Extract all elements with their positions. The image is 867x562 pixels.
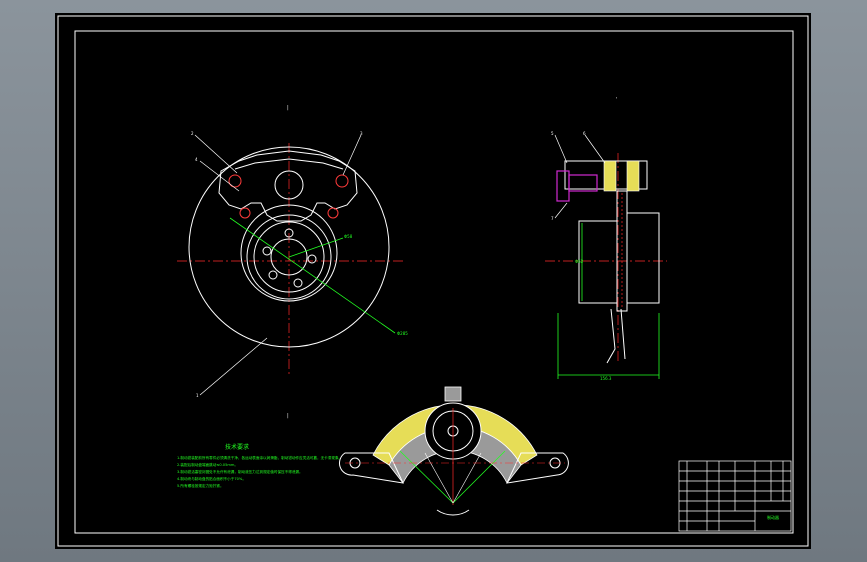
sheet-outer-frame <box>57 15 809 547</box>
balloon-5: 5 <box>551 131 554 136</box>
notes-title: 技术要求 <box>225 443 249 451</box>
caliper-mount-hole-right <box>327 207 339 219</box>
cad-drawing: Φ58 Φ285 1 2 3 4 | | ' 156.3 Φ62 5 6 7 技… <box>57 15 809 547</box>
section-stub <box>606 308 626 364</box>
bolt-hole-left <box>262 246 272 256</box>
section-mark-top: | <box>287 105 289 111</box>
caliper-plan-view <box>339 386 569 516</box>
notes-line-4: 4.制动块与制动盘的贴合面积不小于70%。 <box>177 476 246 481</box>
sector-line-right <box>452 450 506 504</box>
brake-pad-outer <box>626 160 640 192</box>
notes-line-5: 5.所有螺栓按规定力矩拧紧。 <box>177 483 224 488</box>
balloon-1: 1 <box>196 393 199 398</box>
caliper-mount-hole-left <box>239 207 251 219</box>
leader-part-2 <box>194 134 238 174</box>
balloon-4: 4 <box>195 157 198 162</box>
notes-line-3: 3.制动钳活塞密封圈处不允许有泄漏，制动液压力达到规定值时保压不得泄漏。 <box>177 469 303 474</box>
dim-hub-diameter: Φ62 <box>575 259 584 264</box>
section-mark-bottom: | <box>287 413 289 419</box>
leader-part-6 <box>584 134 606 164</box>
caliper-guide-pin-left <box>228 174 242 188</box>
section-hub-bore <box>578 220 618 304</box>
sector-line-left <box>399 450 454 504</box>
balloon-7: 7 <box>551 216 554 221</box>
leader-part-1 <box>199 337 268 396</box>
title-block <box>678 460 792 532</box>
bottom-arc <box>436 509 470 516</box>
leader-part-5 <box>554 134 568 164</box>
bleed-screw <box>444 386 462 402</box>
dim-overall-width: 156.3 <box>600 376 612 381</box>
balloon-3: 3 <box>360 131 363 136</box>
section-hub <box>627 212 660 304</box>
title-block-name: 制动器 <box>767 514 779 520</box>
bolt-hole-bottom-left <box>268 270 278 280</box>
dim-inner-diameter: Φ58 <box>344 234 353 239</box>
section-view: ' 156.3 Φ62 5 6 7 <box>545 97 667 381</box>
brake-pad-inner <box>603 160 617 192</box>
dim-leader-outer <box>229 217 396 334</box>
balloon-2: 2 <box>191 131 194 136</box>
section-side-mark: ' <box>616 97 617 103</box>
caliper-guide-pin-right <box>335 174 349 188</box>
notes-line-2: 2.装配后制动盘端面跳动≤0.05mm。 <box>177 462 238 467</box>
section-piston <box>556 170 570 202</box>
caliper-body <box>218 150 358 222</box>
technical-notes: 技术要求 1.制动钳装配前所有零件必须清洗干净，各运动表面涂以润滑脂，制动钳动作… <box>177 443 342 488</box>
bolt-hole-right <box>307 254 317 264</box>
notes-line-1: 1.制动钳装配前所有零件必须清洗干净，各运动表面涂以润滑脂，制动钳动作应灵活可靠… <box>177 455 342 460</box>
cad-viewport[interactable]: Φ58 Φ285 1 2 3 4 | | ' 156.3 Φ62 5 6 7 技… <box>55 13 811 549</box>
bolt-hole-bottom-right <box>293 278 303 288</box>
front-view: Φ58 Φ285 1 2 3 4 | | <box>177 105 408 419</box>
dim-outer-diameter: Φ285 <box>397 331 408 336</box>
leader-part-7 <box>554 202 568 219</box>
sector-line-inner-right <box>452 452 482 504</box>
sector-line-inner-left <box>424 452 454 504</box>
